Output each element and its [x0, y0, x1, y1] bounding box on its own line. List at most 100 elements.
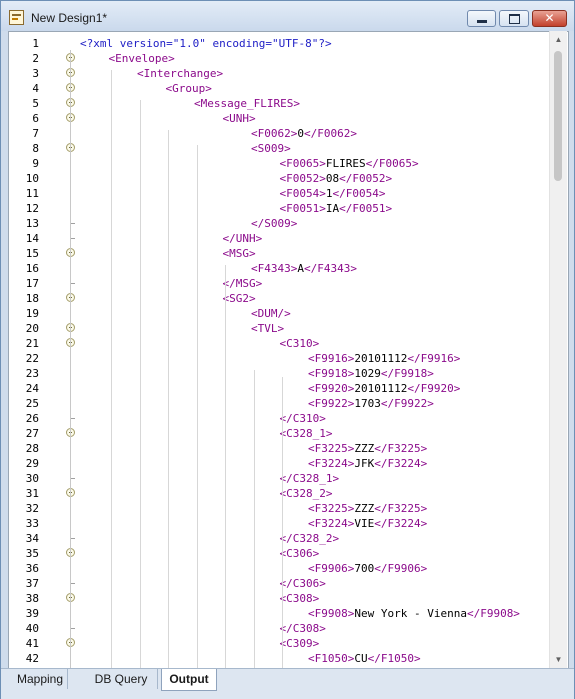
scroll-down-icon[interactable]: ▼: [550, 651, 567, 668]
line-number: 18: [25, 292, 39, 305]
tab-output[interactable]: Output: [161, 669, 217, 691]
code-line[interactable]: 10 <F0052>08</F0052>: [9, 171, 551, 186]
xml-open-tag: <F9908>: [308, 607, 355, 620]
code-line[interactable]: 3 <Interchange>: [9, 66, 551, 81]
code-line[interactable]: 20 <TVL>: [9, 321, 551, 336]
maximize-button[interactable]: [499, 10, 529, 27]
vertical-scrollbar[interactable]: ▲ ▼: [549, 31, 567, 668]
line-number: 34: [25, 532, 39, 545]
code-line[interactable]: 7 <F0062>0</F0062>: [9, 126, 551, 141]
line-number: 5: [32, 97, 39, 110]
indent-guide: [254, 370, 255, 669]
code-line[interactable]: 15 <MSG>: [9, 246, 551, 261]
code-line[interactable]: 9 <F0065>FLIRES</F0065>: [9, 156, 551, 171]
xml-close-tag: </F9922>: [380, 397, 434, 410]
xml-close-tag: </F3224>: [374, 457, 428, 470]
xml-close-tag: </F9920>: [407, 382, 461, 395]
code-text: <Message_FLIRES>: [194, 96, 300, 111]
indent-guide: [282, 377, 283, 669]
code-line[interactable]: 29 <F3224>JFK</F3224>: [9, 456, 551, 471]
code-line[interactable]: 26 </C310>: [9, 411, 551, 426]
code-line[interactable]: 11 <F0054>1</F0054>: [9, 186, 551, 201]
xml-tag: <Interchange>: [137, 67, 224, 80]
code-line[interactable]: 40 </C308>: [9, 621, 551, 636]
code-line[interactable]: 41 <C309>: [9, 636, 551, 651]
code-line[interactable]: 16 <F4343>A</F4343>: [9, 261, 551, 276]
line-number: 25: [25, 397, 39, 410]
code-line[interactable]: 37 </C306>: [9, 576, 551, 591]
code-line[interactable]: 21 <C310>: [9, 336, 551, 351]
xml-value: New York - Vienna: [354, 607, 467, 620]
code-line[interactable]: 2 <Envelope>: [9, 51, 551, 66]
line-number: 36: [25, 562, 39, 575]
code-line[interactable]: 19 <DUM/>: [9, 306, 551, 321]
code-line[interactable]: 39 <F9908>New York - Vienna</F9908>: [9, 606, 551, 621]
code-line[interactable]: 18 <SG2>: [9, 291, 551, 306]
code-line[interactable]: 30 </C328_1>: [9, 471, 551, 486]
code-line[interactable]: 5 <Message_FLIRES>: [9, 96, 551, 111]
code-line[interactable]: 1 <?xml version="1.0" encoding="UTF-8"?>: [9, 36, 551, 51]
code-text: <DUM/>: [251, 306, 291, 321]
code-line[interactable]: 34 </C328_2>: [9, 531, 551, 546]
code-text: <C309>: [280, 636, 320, 651]
code-line[interactable]: 6 <UNH>: [9, 111, 551, 126]
scroll-up-icon[interactable]: ▲: [550, 31, 567, 48]
tab-db-query[interactable]: DB Query: [85, 669, 158, 689]
title-bar[interactable]: New Design1* ✕: [1, 1, 574, 31]
scroll-thumb[interactable]: [554, 51, 562, 181]
xml-tag: <S009>: [251, 142, 291, 155]
xml-tag: </C306>: [279, 577, 326, 590]
code-line[interactable]: 22 <F9916>20101112</F9916>: [9, 351, 551, 366]
code-line[interactable]: 32 <F3225>ZZZ</F3225>: [9, 501, 551, 516]
xml-tag: <Group>: [165, 82, 212, 95]
code-line[interactable]: 24 <F9920>20101112</F9920>: [9, 381, 551, 396]
xml-value: 20101112: [354, 352, 408, 365]
code-line[interactable]: 42 <F1050>CU</F1050>: [9, 651, 551, 666]
code-text: </S009>: [251, 216, 297, 231]
xml-output-editor[interactable]: 1 <?xml version="1.0" encoding="UTF-8"?> 2…: [8, 31, 569, 670]
xml-tag: <Envelope>: [108, 52, 175, 65]
xml-close-tag: </F9908>: [466, 607, 520, 620]
code-line[interactable]: 13 </S009>: [9, 216, 551, 231]
line-number: 39: [25, 607, 39, 620]
code-text: <F3225>ZZZ</F3225>: [308, 441, 427, 456]
code-line[interactable]: 31 <C328_2>: [9, 486, 551, 501]
code-text: <F9916>20101112</F9916>: [308, 351, 460, 366]
xml-close-tag: </F9906>: [374, 562, 428, 575]
code-text: <SG2>: [223, 291, 256, 306]
tab-mapping[interactable]: Mapping: [13, 669, 68, 689]
xml-open-tag: <F9916>: [308, 352, 355, 365]
code-line[interactable]: 23 <F9918>1029</F9918>: [9, 366, 551, 381]
line-number: 31: [25, 487, 39, 500]
code-line[interactable]: 36 <F9906>700</F9906>: [9, 561, 551, 576]
code-line[interactable]: 28 <F3225>ZZZ</F3225>: [9, 441, 551, 456]
code-line[interactable]: 17 </MSG>: [9, 276, 551, 291]
code-text: <C308>: [280, 591, 320, 606]
code-text: </MSG>: [223, 276, 263, 291]
line-number: 12: [25, 202, 39, 215]
code-text: </C328_2>: [280, 531, 340, 546]
line-number: 8: [32, 142, 39, 155]
code-text: <F3224>VIE</F3224>: [308, 516, 427, 531]
xml-tag: <SG2>: [222, 292, 256, 305]
indent-guide: [140, 100, 141, 669]
xml-tag: <DUM/>: [251, 307, 291, 320]
code-text: <MSG>: [223, 246, 256, 261]
code-line[interactable]: 8 <S009>: [9, 141, 551, 156]
code-text: <F0065>FLIRES</F0065>: [280, 156, 419, 171]
code-line[interactable]: 38 <C308>: [9, 591, 551, 606]
code-line[interactable]: 12 <F0051>IA</F0051>: [9, 201, 551, 216]
code-line[interactable]: 14 </UNH>: [9, 231, 551, 246]
line-number: 26: [25, 412, 39, 425]
xml-open-tag: <F4343>: [251, 262, 298, 275]
xml-open-tag: <F9918>: [308, 367, 355, 380]
minimize-button[interactable]: [467, 10, 496, 27]
code-line[interactable]: 35 <C306>: [9, 546, 551, 561]
code-text: </C310>: [280, 411, 326, 426]
close-button[interactable]: ✕: [532, 10, 567, 27]
code-line[interactable]: 25 <F9922>1703</F9922>: [9, 396, 551, 411]
line-number: 1: [32, 37, 39, 50]
code-line[interactable]: 4 <Group>: [9, 81, 551, 96]
code-line[interactable]: 27 <C328_1>: [9, 426, 551, 441]
code-line[interactable]: 33 <F3224>VIE</F3224>: [9, 516, 551, 531]
